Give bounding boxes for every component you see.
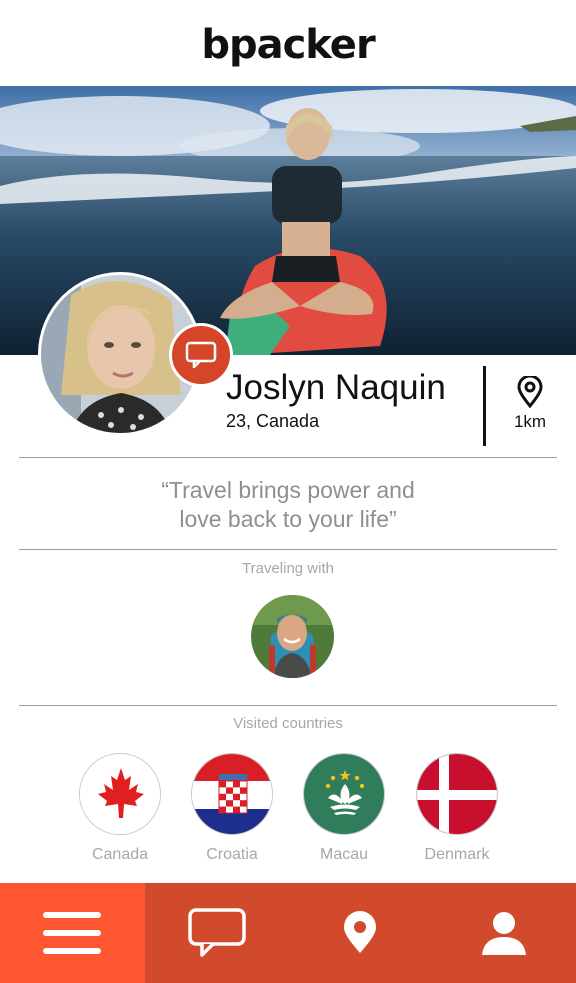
- companion-avatar[interactable]: [251, 595, 334, 678]
- country-name: Canada: [91, 846, 149, 863]
- location-icon: [344, 911, 377, 953]
- macau-flag-icon: [304, 754, 384, 834]
- profile-icon: [482, 912, 527, 955]
- nav-messages[interactable]: [145, 883, 289, 983]
- country-name: Macau: [319, 846, 369, 863]
- profile-age-country: 23, Canada: [226, 411, 320, 431]
- quote-line-1: “Travel brings power and: [161, 477, 415, 503]
- flag-macau[interactable]: [303, 753, 385, 835]
- menu-icon: [43, 912, 102, 954]
- flag-canada[interactable]: [79, 753, 161, 835]
- chat-bubble-icon: [185, 341, 217, 369]
- message-button[interactable]: [169, 323, 233, 387]
- flag-croatia[interactable]: [191, 753, 273, 835]
- app-header: bpacker: [0, 0, 576, 86]
- vertical-divider: [483, 366, 486, 446]
- distance-label: 1km: [513, 412, 547, 431]
- profile-quote: “Travel brings power and love back to yo…: [19, 476, 557, 534]
- divider: [19, 705, 557, 706]
- bottom-navigation: [0, 883, 576, 983]
- canada-flag-icon: [80, 754, 160, 834]
- quote-line-2: love back to your life”: [179, 506, 397, 532]
- denmark-flag-icon: [417, 754, 497, 834]
- country-name: Denmark: [424, 846, 490, 863]
- profile-name: Joslyn Naquin: [226, 368, 446, 407]
- croatia-flag-icon: [192, 754, 272, 834]
- location-pin-icon: [516, 374, 544, 409]
- chat-icon: [187, 908, 246, 957]
- app-logo: bpacker: [201, 22, 375, 68]
- nav-location[interactable]: [289, 883, 433, 983]
- flag-denmark[interactable]: [416, 753, 498, 835]
- country-name: Croatia: [206, 846, 258, 863]
- nav-profile[interactable]: [432, 883, 576, 983]
- traveling-with-label: Traveling with: [242, 560, 334, 577]
- nav-menu[interactable]: [0, 883, 145, 983]
- divider: [19, 457, 557, 458]
- divider: [19, 549, 557, 550]
- visited-countries-label: Visited countries: [233, 715, 343, 732]
